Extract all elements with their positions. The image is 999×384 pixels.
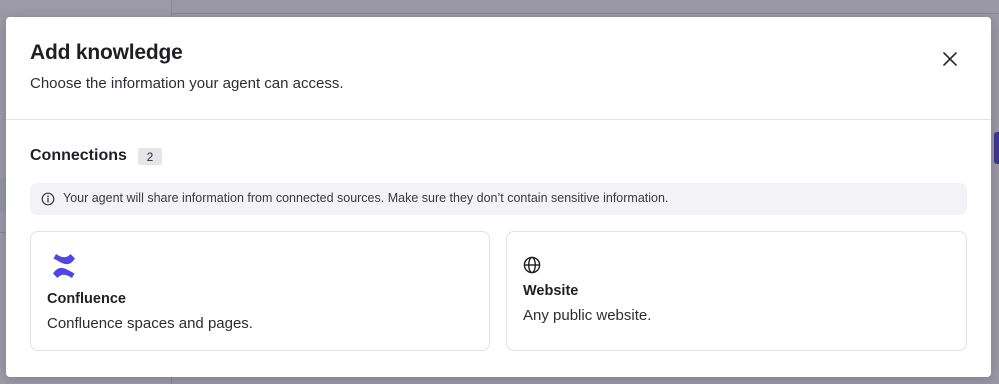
background-topbar [172,0,999,14]
connection-description: Confluence spaces and pages. [47,315,253,332]
connections-heading: Connections [30,147,127,164]
close-button[interactable] [938,47,962,71]
close-icon [943,52,957,66]
connection-card-confluence[interactable]: Confluence Confluence spaces and pages. [30,231,490,351]
globe-icon [523,256,541,274]
info-notice-text: Your agent will share information from c… [63,191,669,205]
connection-name: Confluence [47,291,126,307]
dialog-subtitle: Choose the information your agent can ac… [30,75,344,92]
dialog-title: Add knowledge [30,41,183,64]
connections-count-badge: 2 [138,148,162,165]
info-icon [41,192,55,206]
dialog-header: Add knowledge Choose the information you… [6,17,991,120]
background-accent-button [994,132,999,164]
connection-name: Website [523,283,579,299]
confluence-logo-icon [53,254,75,278]
connection-card-website[interactable]: Website Any public website. [506,231,967,351]
connection-description: Any public website. [523,307,652,324]
info-notice: Your agent will share information from c… [30,183,967,215]
add-knowledge-dialog: Add knowledge Choose the information you… [6,17,991,377]
